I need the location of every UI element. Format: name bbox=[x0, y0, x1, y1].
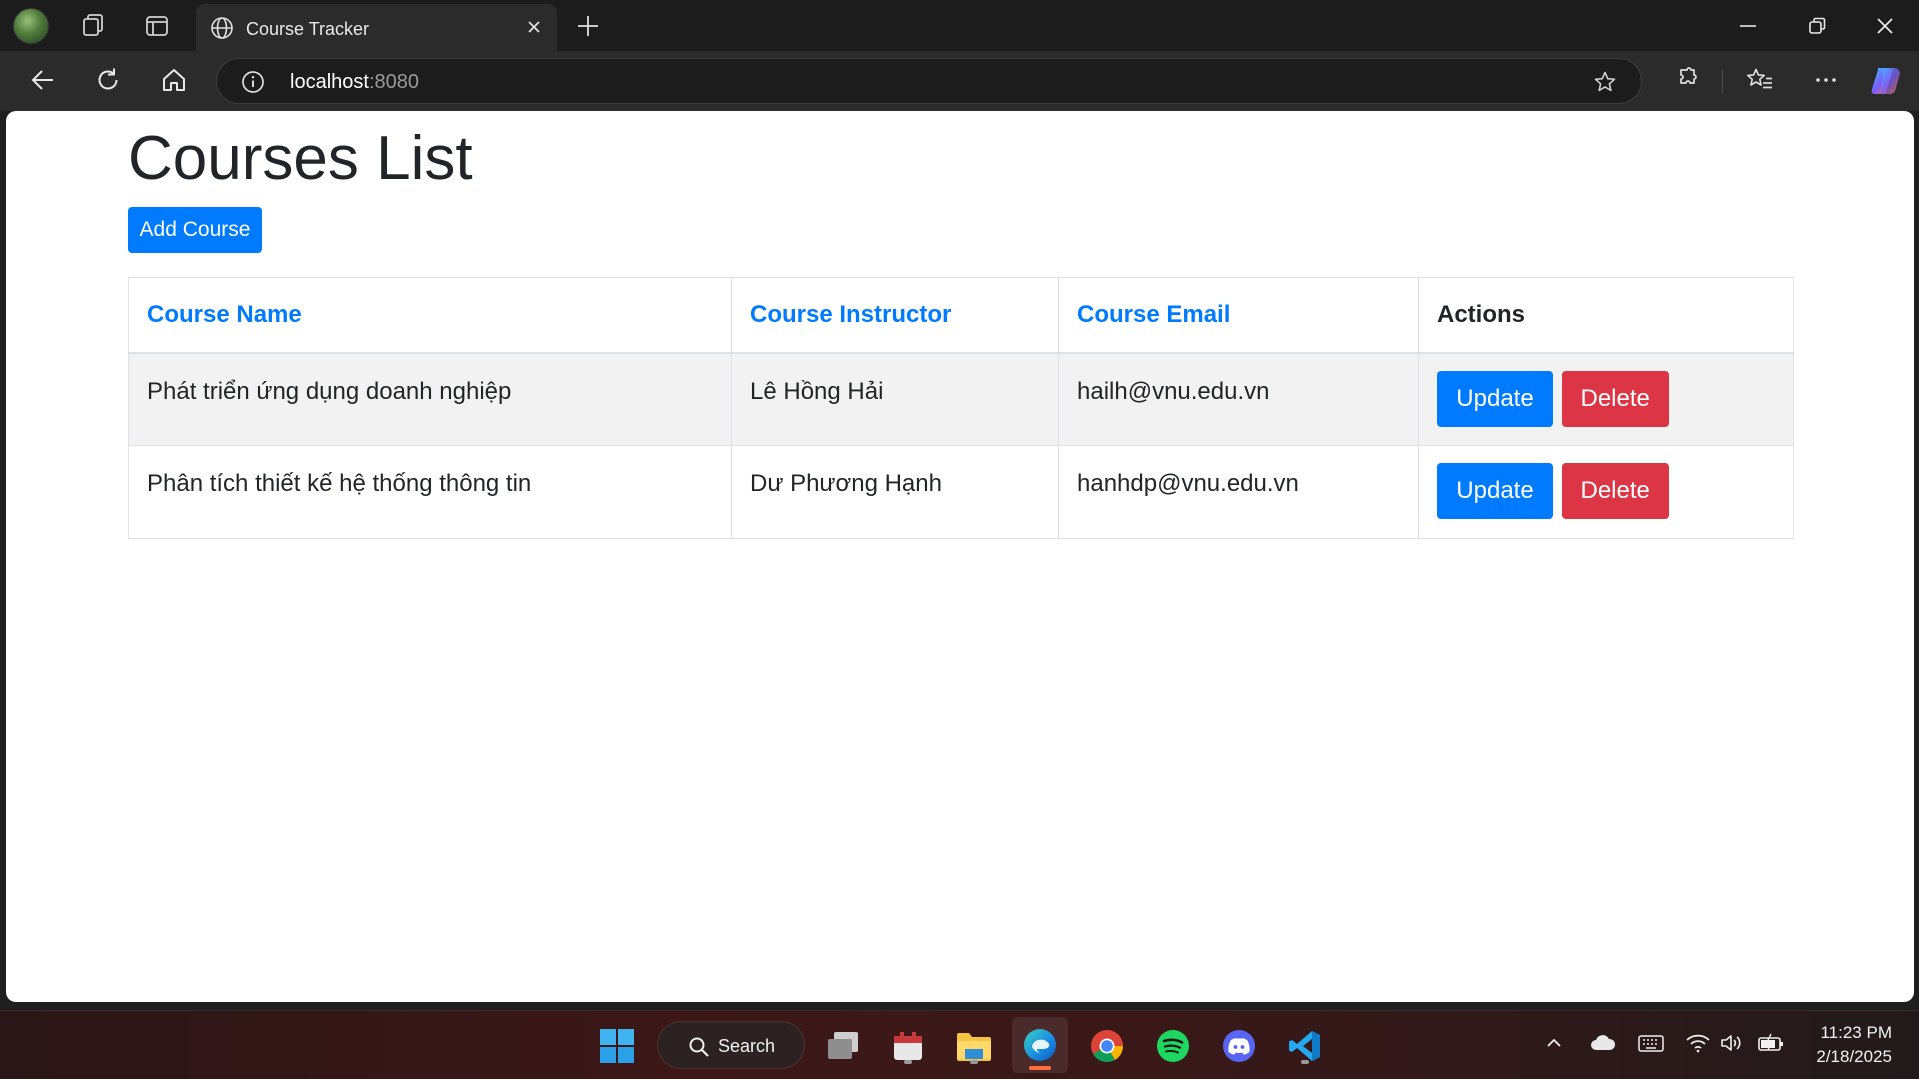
page-viewport: Courses List Add Course Course Name Cour… bbox=[6, 111, 1914, 1002]
courses-table: Course Name Course Instructor Course Ema… bbox=[128, 277, 1794, 539]
table-header-row: Course Name Course Instructor Course Ema… bbox=[128, 277, 1794, 354]
tab-title: Course Tracker bbox=[246, 19, 370, 39]
cell-course-name: Phát triển ứng dụng doanh nghiệp bbox=[128, 352, 732, 446]
running-indicator bbox=[970, 1060, 978, 1064]
keyboard-icon[interactable] bbox=[1638, 1033, 1664, 1053]
chrome-icon[interactable] bbox=[1086, 1025, 1128, 1067]
home-icon[interactable] bbox=[160, 66, 188, 94]
toolbar-divider bbox=[1722, 70, 1723, 94]
header-course-name[interactable]: Course Name bbox=[128, 277, 732, 354]
globe-icon bbox=[210, 16, 234, 40]
snipping-tool-icon[interactable] bbox=[887, 1025, 929, 1067]
show-hidden-icons-chevron-icon[interactable] bbox=[1544, 1033, 1564, 1053]
workspaces-icon[interactable] bbox=[78, 0, 108, 51]
url-text: localhost:8080 bbox=[290, 71, 419, 94]
update-button[interactable]: Update bbox=[1437, 463, 1553, 519]
back-arrow-icon[interactable] bbox=[29, 66, 57, 94]
header-course-email[interactable]: Course Email bbox=[1058, 277, 1419, 354]
delete-button[interactable]: Delete bbox=[1561, 463, 1669, 519]
update-button[interactable]: Update bbox=[1437, 370, 1553, 427]
windows-start-icon[interactable] bbox=[596, 1025, 638, 1067]
tab-course-tracker[interactable]: Course Tracker bbox=[196, 4, 557, 51]
cell-course-instructor: Lê Hồng Hải bbox=[731, 352, 1059, 446]
discord-icon[interactable] bbox=[1218, 1025, 1260, 1067]
windows-taskbar: Search 11:23 PM 2/18/2025 bbox=[0, 1010, 1919, 1079]
table-row: Phát triển ứng dụng doanh nghiệp Lê Hồng… bbox=[128, 352, 1794, 446]
onedrive-cloud-icon[interactable] bbox=[1589, 1033, 1617, 1053]
copilot-icon[interactable] bbox=[1869, 64, 1903, 98]
profile-avatar[interactable] bbox=[13, 8, 49, 44]
volume-icon[interactable] bbox=[1719, 1033, 1743, 1053]
spotify-icon[interactable] bbox=[1152, 1025, 1194, 1067]
clock-time: 11:23 PM bbox=[1820, 1023, 1892, 1042]
vscode-icon[interactable] bbox=[1284, 1025, 1326, 1067]
search-label: Search bbox=[718, 1036, 776, 1056]
clock-date: 2/18/2025 bbox=[1816, 1047, 1892, 1066]
close-window-icon[interactable] bbox=[1874, 15, 1896, 37]
header-actions: Actions bbox=[1418, 277, 1794, 354]
edge-browser-icon[interactable] bbox=[1012, 1017, 1068, 1073]
site-info-icon[interactable] bbox=[241, 70, 265, 94]
taskbar-search[interactable]: Search bbox=[657, 1021, 805, 1069]
add-course-button[interactable]: Add Course bbox=[128, 207, 262, 253]
page-title: Courses List bbox=[128, 124, 473, 193]
close-tab-icon[interactable] bbox=[525, 18, 543, 36]
extensions-icon[interactable] bbox=[1673, 66, 1699, 92]
refresh-icon[interactable] bbox=[94, 66, 122, 94]
more-options-icon[interactable] bbox=[1812, 66, 1840, 94]
cell-course-name: Phân tích thiết kế hệ thống thông tin bbox=[128, 445, 732, 539]
battery-charging-icon[interactable] bbox=[1757, 1033, 1785, 1053]
system-clock[interactable]: 11:23 PM 2/18/2025 bbox=[1816, 1021, 1892, 1069]
delete-button[interactable]: Delete bbox=[1561, 370, 1669, 427]
active-indicator bbox=[1029, 1066, 1051, 1070]
task-view-icon[interactable] bbox=[822, 1025, 864, 1067]
header-course-instructor[interactable]: Course Instructor bbox=[731, 277, 1059, 354]
browser-title-bar: Course Tracker bbox=[0, 0, 1919, 51]
cell-course-email: hanhdp@vnu.edu.vn bbox=[1058, 445, 1419, 539]
tab-actions-icon[interactable] bbox=[142, 0, 172, 51]
running-indicator bbox=[904, 1060, 912, 1064]
cell-actions: Update Delete bbox=[1418, 445, 1794, 539]
favorite-star-icon[interactable] bbox=[1593, 70, 1617, 94]
browser-toolbar: localhost:8080 bbox=[0, 51, 1919, 111]
favorites-icon[interactable] bbox=[1746, 66, 1774, 94]
running-indicator bbox=[1301, 1060, 1309, 1064]
cell-course-instructor: Dư Phương Hạnh bbox=[731, 445, 1059, 539]
wifi-icon[interactable] bbox=[1685, 1033, 1711, 1053]
search-icon bbox=[688, 1036, 710, 1058]
cell-actions: Update Delete bbox=[1418, 352, 1794, 446]
minimize-icon[interactable] bbox=[1737, 15, 1759, 37]
address-bar[interactable]: localhost:8080 bbox=[216, 58, 1642, 104]
file-explorer-icon[interactable] bbox=[953, 1025, 995, 1067]
new-tab-icon[interactable] bbox=[575, 13, 601, 39]
restore-icon[interactable] bbox=[1806, 15, 1828, 37]
cell-course-email: hailh@vnu.edu.vn bbox=[1058, 352, 1419, 446]
url-port: :8080 bbox=[368, 71, 419, 93]
table-row: Phân tích thiết kế hệ thống thông tin Dư… bbox=[128, 445, 1794, 539]
url-host: localhost bbox=[290, 71, 369, 93]
